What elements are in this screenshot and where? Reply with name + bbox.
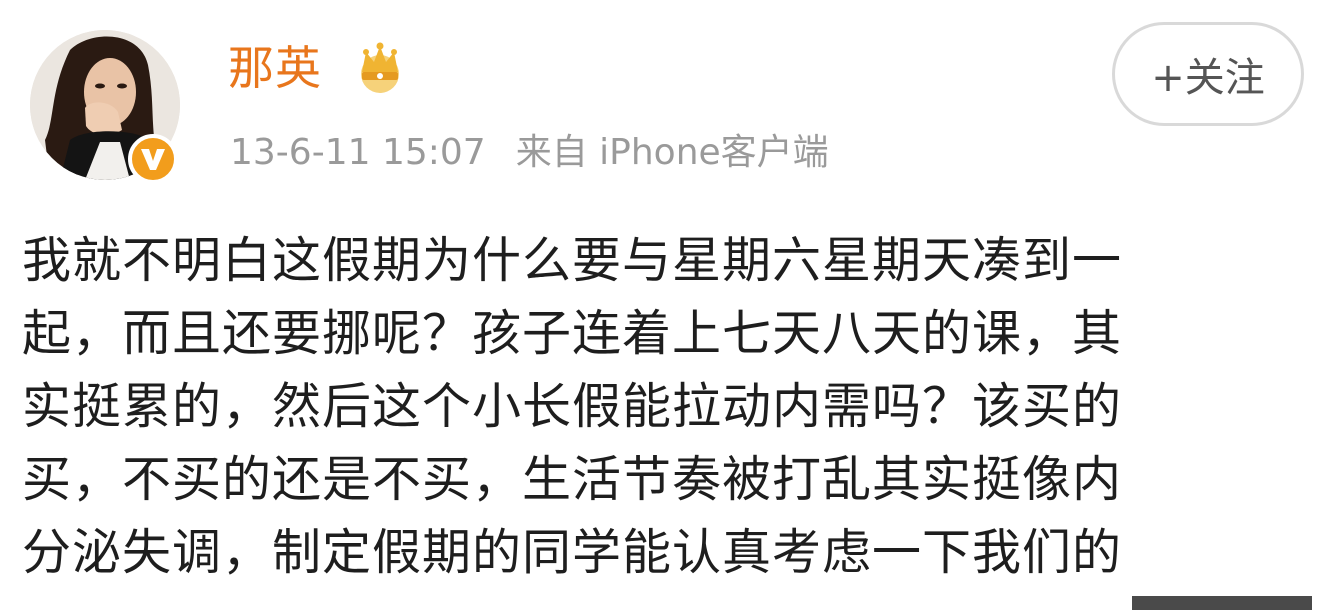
bottom-fade <box>0 588 1322 610</box>
crown-icon <box>361 42 399 93</box>
post-source[interactable]: 来自 iPhone客户端 <box>516 132 829 173</box>
post-text-line: 起，而且还要挪呢？孩子连着上七天八天的课，其 <box>22 305 1123 362</box>
post-meta: 13-6-11 15:07 来自 iPhone客户端 <box>230 128 829 178</box>
verified-v-glyph <box>141 149 165 170</box>
post-text-line: 买，不买的还是不买，生活节奏被打乱其实挺像内 <box>22 451 1123 508</box>
follow-button[interactable]: +关注 <box>1112 22 1304 126</box>
post-text: 我就不明白这假期为什么要与星期六星期天凑到一 起，而且还要挪呢？孩子连着上七天八… <box>22 224 1312 589</box>
corner-artifact <box>1132 596 1312 610</box>
verified-v-icon <box>128 134 178 184</box>
post-text-line: 分泌失调，制定假期的同学能认真考虑一下我们的 <box>22 524 1123 581</box>
weibo-post: 那英 +关注 13-6-11 15:07 来自 iPhone客户端 我就不明白这假… <box>0 0 1322 610</box>
post-text-line: 我就不明白这假期为什么要与星期六星期天凑到一 <box>22 232 1123 289</box>
post-text-line: 实挺累的，然后这个小长假能拉动内需吗？该买的 <box>22 378 1123 435</box>
user-name[interactable]: 那英 <box>228 38 322 98</box>
post-time: 13-6-11 15:07 <box>230 132 486 173</box>
